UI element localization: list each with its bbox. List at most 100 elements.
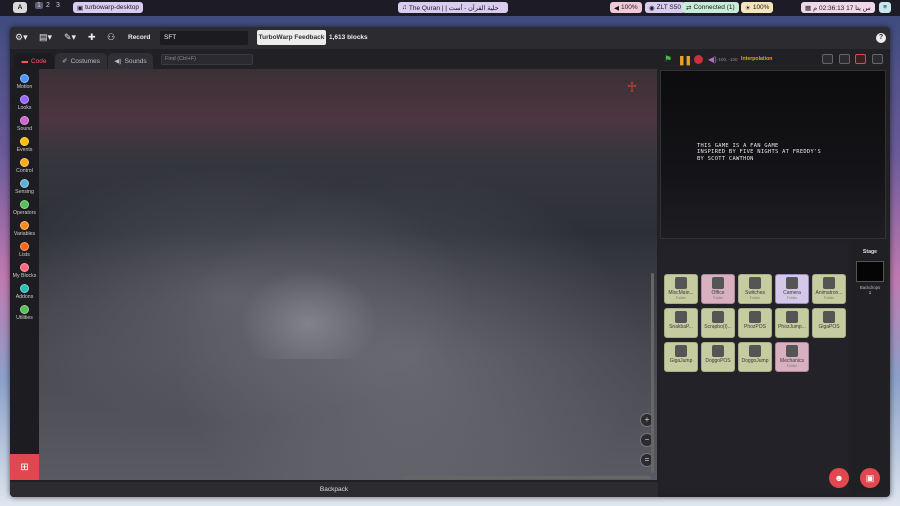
sprite-name: GigaJump: [669, 358, 693, 364]
code-workspace[interactable]: ♰ + − =: [39, 69, 657, 480]
workspace-2-button[interactable]: 2: [46, 2, 50, 9]
category-looks[interactable]: Looks: [10, 95, 39, 111]
workspace-3-button[interactable]: 3: [56, 2, 60, 9]
network-indicator[interactable]: ◉ ZLT S50: [645, 2, 685, 13]
tab-code[interactable]: ▬ Code: [14, 53, 54, 69]
sprite-card[interactable]: Scrapbo(I)...: [701, 308, 735, 338]
edit-menu-icon[interactable]: ✎▾: [64, 32, 76, 43]
category-utilities[interactable]: Utilities: [10, 305, 39, 321]
category-label: Lists: [19, 252, 30, 258]
sprite-card[interactable]: Camera Folder: [775, 274, 809, 304]
app-launcher-button[interactable]: A: [13, 2, 27, 13]
category-my-blocks[interactable]: My Blocks: [10, 263, 39, 279]
add-backdrop-button[interactable]: ▣: [860, 468, 880, 488]
sprite-card[interactable]: Animatron... Folder: [812, 274, 846, 304]
turbowarp-window: ⚙▾ ▤▾ ✎▾ ✚ ⚇ Record SFT TurboWarp Feedba…: [10, 27, 890, 497]
sprite-card[interactable]: PhozPOS: [738, 308, 772, 338]
category-events[interactable]: Events: [10, 137, 39, 153]
mute-speaker-icon[interactable]: ◀): [708, 55, 717, 64]
cat-icon: ☻: [834, 473, 844, 483]
workspace-1-button[interactable]: 1: [35, 2, 43, 9]
launcher-label: A: [17, 4, 23, 11]
layout-stage-button[interactable]: [855, 54, 866, 64]
stage-thumbnail: [856, 261, 884, 282]
sprite-card[interactable]: DoggoPOS: [701, 342, 735, 372]
tab-sounds[interactable]: ◀) Sounds: [108, 53, 153, 69]
connection-indicator[interactable]: ⇄ Connected (1): [682, 2, 739, 13]
volume-indicator[interactable]: ◀ 100%: [610, 2, 642, 13]
control-icon: [20, 158, 29, 167]
sprite-thumbnail: [712, 345, 724, 357]
green-flag-button[interactable]: ⚑: [664, 54, 672, 65]
brightness-indicator[interactable]: ☀ 100%: [741, 2, 774, 13]
link-icon: ⇄: [686, 4, 692, 12]
category-sound[interactable]: Sound: [10, 116, 39, 132]
stage-selector-pane[interactable]: Stage Backdrops 1 ▣: [852, 241, 888, 494]
stage-pane-title: Stage: [862, 249, 878, 255]
system-menu-button[interactable]: ≡: [879, 2, 891, 13]
normal-stage-button[interactable]: [839, 54, 850, 64]
record-button[interactable]: Record: [128, 34, 150, 41]
sprite-name: GigaPOS: [818, 324, 840, 330]
feedback-button[interactable]: TurboWarp Feedback: [257, 30, 326, 45]
active-window-button[interactable]: ▣ turbowarp-desktop: [73, 2, 143, 13]
sprite-card[interactable]: GigaJump: [664, 342, 698, 372]
debug-icon[interactable]: ⚇: [107, 32, 115, 43]
category-label: Events: [16, 147, 33, 153]
tab-sounds-label: Sounds: [124, 57, 147, 65]
sprite-card[interactable]: Switches Folder: [738, 274, 772, 304]
category-sensing[interactable]: Sensing: [10, 179, 39, 195]
sprite-card[interactable]: GigaPOS: [812, 308, 846, 338]
category-label: Operators: [12, 210, 37, 216]
sprite-card[interactable]: DoggoJump: [738, 342, 772, 372]
workspace-vertical-scrollbar[interactable]: [651, 273, 654, 473]
sprite-thumbnail: [823, 311, 835, 323]
add-sprite-button[interactable]: ☻: [829, 468, 849, 488]
find-input[interactable]: Find (Ctrl+F): [161, 54, 253, 65]
pause-button[interactable]: ❚❚: [678, 55, 692, 66]
sprite-preview-icon: ♰: [626, 79, 638, 95]
sprite-card[interactable]: PhozJump...: [775, 308, 809, 338]
category-variables[interactable]: Variables: [10, 221, 39, 237]
category-label: Looks: [17, 105, 32, 111]
system-menu-icon: ≡: [883, 4, 887, 11]
sprite-sub: Folder: [712, 296, 724, 300]
addons-puzzle-icon[interactable]: ✚: [88, 32, 96, 43]
window-icon: ▣: [77, 4, 84, 12]
sprite-thumbnail: [749, 345, 761, 357]
small-stage-button[interactable]: [822, 54, 833, 64]
category-operators[interactable]: Operators: [10, 200, 39, 216]
category-addons[interactable]: Addons: [10, 284, 39, 300]
blocks-count: 1,613 blocks: [329, 34, 368, 41]
fullscreen-button[interactable]: [872, 54, 883, 64]
sprite-card[interactable]: Office Folder: [701, 274, 735, 304]
workspace-horizontal-scrollbar[interactable]: [404, 476, 651, 479]
project-title-input[interactable]: SFT: [160, 31, 248, 45]
sprite-card[interactable]: Mechanics Folder: [775, 342, 809, 372]
editor-tabs: ▬ Code ✐ Costumes ◀) Sounds: [10, 50, 658, 69]
settings-gear-icon[interactable]: ⚙▾: [15, 32, 28, 43]
sprite-thumbnail: [786, 311, 798, 323]
help-button[interactable]: ?: [876, 33, 886, 43]
stop-button[interactable]: [694, 55, 703, 64]
category-control[interactable]: Control: [10, 158, 39, 174]
category-lists[interactable]: Lists: [10, 242, 39, 258]
file-menu-icon[interactable]: ▤▾: [39, 32, 52, 43]
sprite-thumbnail: [749, 277, 761, 289]
media-player-widget[interactable]: ♫ The Quran | | حلية القرآن - أست: [398, 2, 508, 13]
clock-widget[interactable]: ▦ س يتا 17 02:36:13 م: [801, 2, 875, 13]
tab-costumes[interactable]: ✐ Costumes: [55, 53, 107, 69]
sprite-card[interactable]: MiscMain... Folder: [664, 274, 698, 304]
sprite-name: PhozPOS: [744, 324, 766, 330]
image-icon: ▣: [865, 473, 875, 483]
sprite-card[interactable]: SnakbaP...: [664, 308, 698, 338]
menu-bar: ⚙▾ ▤▾ ✎▾ ✚ ⚇ Record SFT TurboWarp Feedba…: [10, 27, 890, 49]
sprite-sub: Folder: [675, 296, 687, 300]
sound-icon: [20, 116, 29, 125]
connection-status: Connected (1): [693, 4, 735, 11]
add-extension-button[interactable]: ⊞: [10, 454, 39, 480]
stage-canvas[interactable]: THIS GAME IS A FAN GAME INSPIRED BY FIVE…: [660, 70, 886, 239]
backpack-bar[interactable]: Backpack: [10, 482, 658, 497]
music-note-icon: ♫: [402, 4, 407, 11]
category-motion[interactable]: Motion: [10, 74, 39, 90]
